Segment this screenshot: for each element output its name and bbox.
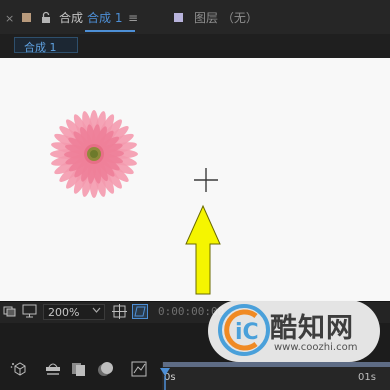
flower-image[interactable] xyxy=(44,106,144,202)
coozhi-logo-icon: iC xyxy=(218,304,270,356)
breadcrumb-label: 合成 1 xyxy=(24,41,57,54)
safe-margins-icon[interactable] xyxy=(112,304,127,319)
composition-color-swatch xyxy=(22,13,31,22)
active-tab-indicator xyxy=(85,30,135,32)
motion-blur-icon[interactable] xyxy=(97,360,115,378)
layer-color-swatch xyxy=(174,13,183,22)
anchor-crosshair-icon xyxy=(194,168,218,192)
playhead-marker[interactable] xyxy=(160,362,170,390)
frame-blending-icon[interactable] xyxy=(70,360,88,378)
watermark-title: 酷知网 xyxy=(270,313,354,344)
svg-text:iC: iC xyxy=(235,320,259,345)
close-icon[interactable]: × xyxy=(5,12,14,25)
monitor-icon[interactable] xyxy=(22,304,37,318)
chevron-down-icon[interactable] xyxy=(92,306,101,314)
lock-icon[interactable] xyxy=(41,11,51,24)
time-marker-end: 01s xyxy=(358,372,376,383)
draft-3d-icon[interactable] xyxy=(10,360,28,378)
shy-layers-icon[interactable] xyxy=(44,360,62,378)
tab-layer[interactable]: 图层 （无） xyxy=(194,11,258,25)
yellow-arrow-annotation xyxy=(185,204,221,295)
tab-composition-1[interactable]: 合成 1 xyxy=(87,11,122,25)
mask-path-icon[interactable] xyxy=(132,304,148,319)
always-preview-icon[interactable] xyxy=(3,304,17,318)
composition-panel-label[interactable]: 合成 xyxy=(59,11,83,25)
watermark-url: www.coozhi.com xyxy=(274,342,358,353)
panel-menu-icon[interactable]: ≡ xyxy=(128,11,138,25)
graph-editor-icon[interactable] xyxy=(130,360,148,378)
work-area-bar[interactable] xyxy=(163,362,390,367)
zoom-value: 200% xyxy=(48,306,80,319)
breadcrumb-composition-1[interactable]: 合成 1 xyxy=(14,37,78,54)
